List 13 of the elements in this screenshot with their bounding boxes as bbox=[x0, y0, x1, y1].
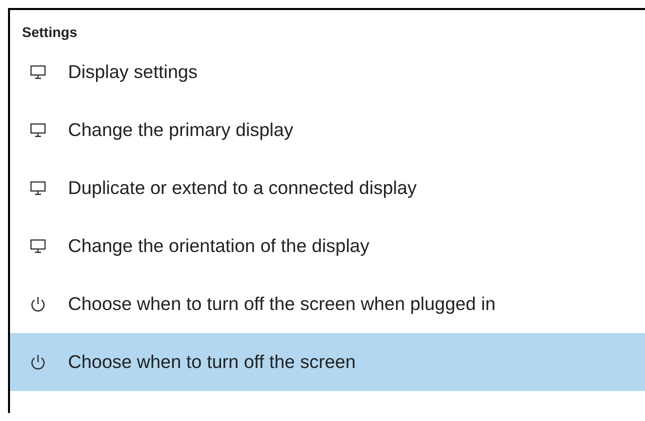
monitor-icon bbox=[30, 64, 46, 80]
section-header: Settings bbox=[21, 23, 78, 42]
power-icon bbox=[30, 354, 46, 370]
settings-result-item[interactable]: Duplicate or extend to a connected display bbox=[10, 159, 645, 217]
settings-result-item[interactable]: Display settings bbox=[10, 43, 645, 101]
monitor-icon bbox=[30, 238, 46, 254]
monitor-icon bbox=[30, 180, 46, 196]
power-icon bbox=[30, 296, 46, 312]
settings-result-item[interactable]: Choose when to turn off the screen bbox=[10, 333, 645, 391]
settings-result-item[interactable]: Change the orientation of the display bbox=[10, 217, 645, 275]
settings-result-item[interactable]: Choose when to turn off the screen when plugged in bbox=[10, 275, 645, 333]
monitor-icon bbox=[30, 122, 46, 138]
settings-result-item[interactable]: Change the primary display bbox=[10, 101, 645, 159]
